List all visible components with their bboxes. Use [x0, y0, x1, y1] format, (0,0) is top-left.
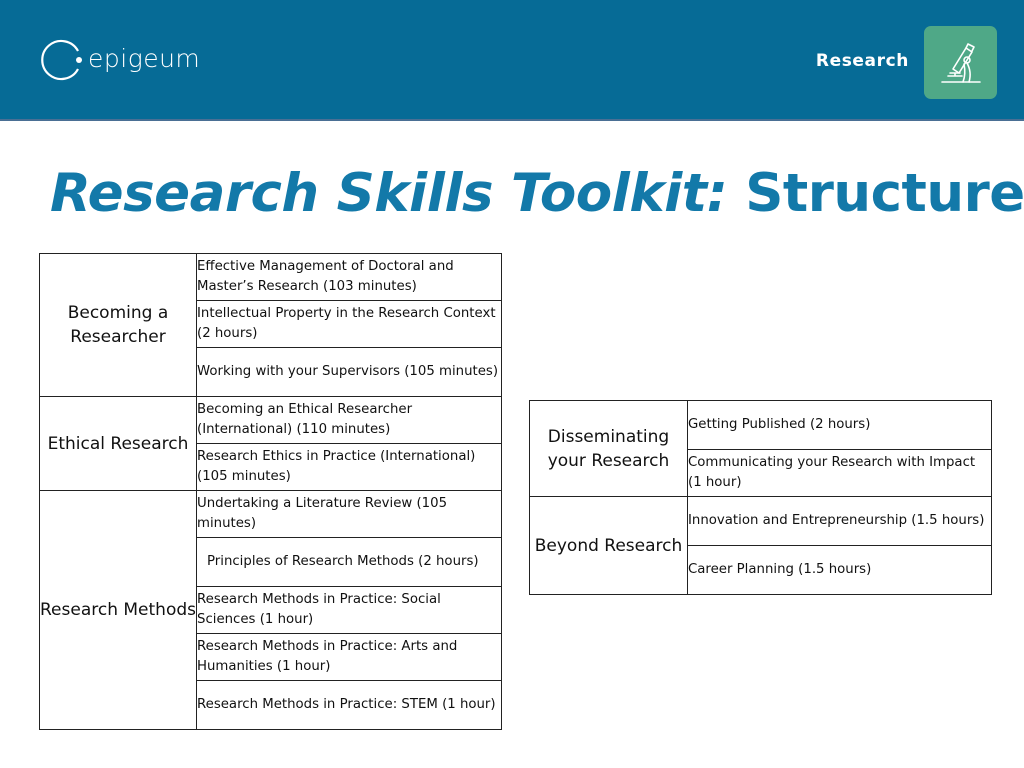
table-row: Research Methods Undertaking a Literatur… [39, 490, 502, 730]
module-cell: Research Ethics in Practice (Internation… [196, 443, 502, 491]
module-cell: Undertaking a Literature Review (105 min… [196, 490, 502, 538]
epigeum-logo: epigeum [40, 38, 200, 82]
table-row: Becoming a Researcher Effective Manageme… [39, 253, 502, 397]
category-cell: Disseminating your Research [529, 400, 688, 497]
category-cell: Becoming a Researcher [39, 253, 197, 397]
category-cell: Research Methods [39, 490, 197, 730]
module-cell: Effective Management of Doctoral and Mas… [196, 253, 502, 301]
title-regular: Structure [745, 163, 1024, 224]
right-structure-table: Disseminating your Research Getting Publ… [529, 400, 992, 595]
module-cell: Intellectual Property in the Research Co… [196, 300, 502, 348]
module-cell: Research Methods in Practice: STEM (1 ho… [196, 680, 502, 730]
module-cell: Innovation and Entrepreneurship (1.5 hou… [687, 496, 992, 546]
page-title: Research Skills Toolkit: Structure [50, 163, 1024, 224]
microscope-icon [940, 42, 981, 83]
brand-name: epigeum [88, 43, 201, 73]
module-cell: Research Methods in Practice: Arts and H… [196, 633, 502, 681]
module-cell: Getting Published (2 hours) [687, 400, 992, 450]
category-cell: Beyond Research [529, 496, 688, 595]
section-badge [924, 26, 997, 99]
module-cell: Communicating your Research with Impact … [687, 449, 992, 497]
header-bar: epigeum Research [0, 0, 1024, 121]
section-label: Research [815, 51, 909, 71]
module-cell: Becoming an Ethical Researcher (Internat… [196, 396, 502, 444]
module-cell: Career Planning (1.5 hours) [687, 545, 992, 595]
table-row: Ethical Research Becoming an Ethical Res… [39, 396, 502, 491]
module-cell: Principles of Research Methods (2 hours) [196, 537, 502, 587]
table-row: Beyond Research Innovation and Entrepren… [529, 496, 992, 595]
title-italic: Research Skills Toolkit: [50, 163, 728, 224]
logo-circle-icon [41, 39, 82, 81]
left-structure-table: Becoming a Researcher Effective Manageme… [39, 253, 502, 730]
module-cell: Research Methods in Practice: Social Sci… [196, 586, 502, 634]
table-row: Disseminating your Research Getting Publ… [529, 400, 992, 497]
module-cell: Working with your Supervisors (105 minut… [196, 347, 502, 397]
category-cell: Ethical Research [39, 396, 197, 491]
